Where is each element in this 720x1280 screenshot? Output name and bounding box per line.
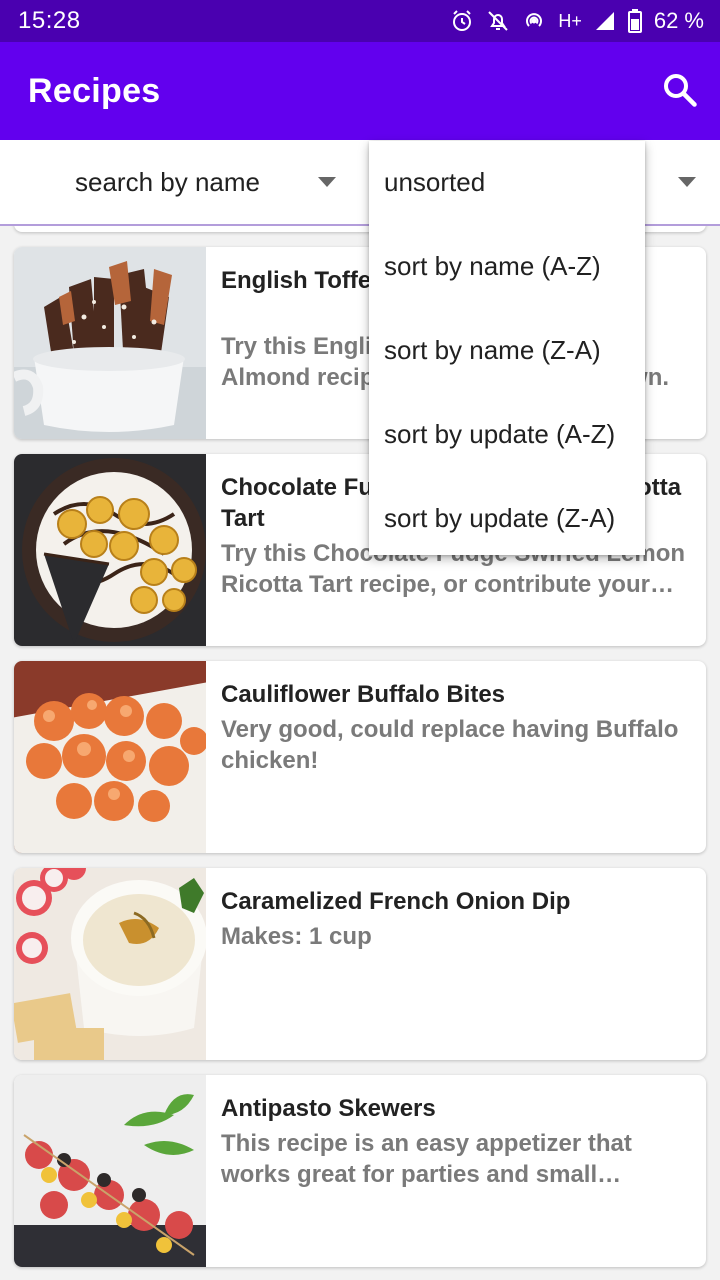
mute-notification-icon bbox=[486, 9, 510, 33]
antipasto-skewers-photo bbox=[14, 1075, 206, 1267]
dropdown-arrow-icon bbox=[678, 177, 696, 187]
sort-option-update-desc[interactable]: sort by update (Z-A) bbox=[384, 503, 644, 534]
status-bar: 15:28 H+ 62 % bbox=[0, 0, 720, 42]
recipe-description: Very good, could replace having Buffalo … bbox=[221, 716, 679, 774]
signal-icon bbox=[594, 10, 616, 32]
network-type-label: H+ bbox=[558, 10, 582, 31]
onion-dip-photo bbox=[14, 868, 206, 1060]
recipe-title: Antipasto Skewers bbox=[221, 1095, 436, 1122]
app-title: Recipes bbox=[28, 72, 161, 110]
recipe-description: This recipe is an easy appetizer that wo… bbox=[221, 1130, 632, 1188]
sort-option-name-asc[interactable]: sort by name (A-Z) bbox=[384, 251, 644, 282]
search-button[interactable] bbox=[660, 70, 700, 110]
alarm-icon bbox=[450, 9, 474, 33]
recipe-title: Caramelized French Onion Dip bbox=[221, 888, 571, 915]
ricotta-tart-photo bbox=[14, 454, 206, 646]
recipe-card[interactable]: Caramelized French Onion Dip Makes: 1 cu… bbox=[14, 868, 706, 1060]
recipe-title: Cauliflower Buffalo Bites bbox=[221, 681, 506, 708]
toffee-bark-photo bbox=[14, 247, 206, 439]
status-icons: H+ 62 % bbox=[450, 6, 704, 36]
dropdown-arrow-icon bbox=[318, 177, 336, 187]
sort-option-unsorted[interactable]: unsorted bbox=[384, 167, 644, 198]
recipe-description: Makes: 1 cup bbox=[221, 923, 372, 950]
status-time: 15:28 bbox=[18, 7, 81, 34]
sort-option-update-asc[interactable]: sort by update (A-Z) bbox=[384, 419, 644, 450]
cauliflower-bites-photo bbox=[14, 661, 206, 853]
app-bar: Recipes bbox=[0, 42, 720, 140]
search-mode-spinner[interactable]: search by name bbox=[0, 140, 360, 224]
recipe-card[interactable]: Cauliflower Buffalo Bites Very good, cou… bbox=[14, 661, 706, 853]
battery-icon bbox=[627, 9, 642, 33]
sort-option-name-desc[interactable]: sort by name (Z-A) bbox=[384, 335, 644, 366]
hotspot-icon bbox=[522, 9, 546, 33]
recipe-card[interactable]: Antipasto Skewers This recipe is an easy… bbox=[14, 1075, 706, 1267]
sort-dropdown-menu: unsorted sort by name (A-Z) sort by name… bbox=[369, 141, 645, 555]
battery-percentage: 62 % bbox=[653, 8, 704, 33]
search-mode-value: search by name bbox=[75, 167, 260, 197]
search-icon bbox=[664, 74, 697, 107]
